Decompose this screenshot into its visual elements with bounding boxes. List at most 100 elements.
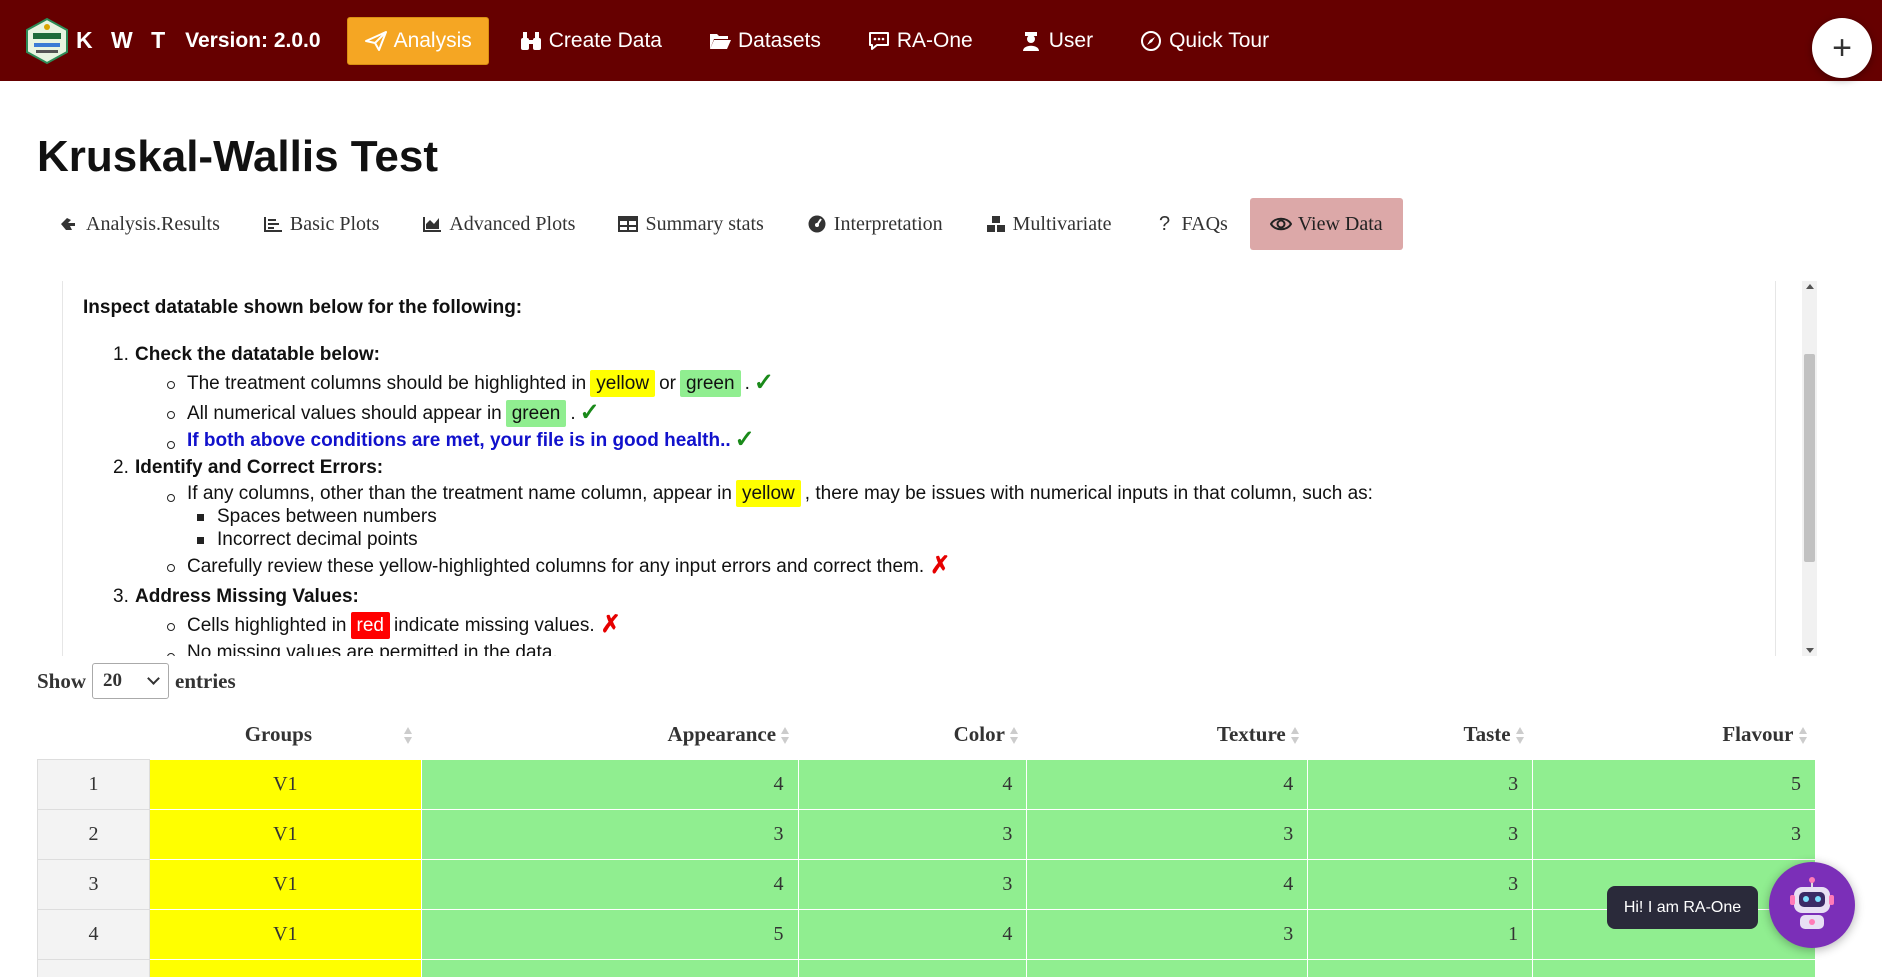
entries-select[interactable]: 20 — [92, 663, 170, 699]
nav-item-label: Analysis — [393, 28, 472, 52]
group-cell: V1 — [148, 908, 422, 960]
scroll-up-arrow-icon[interactable] — [1806, 284, 1814, 289]
nav-item-create-data[interactable]: Create Data — [503, 17, 678, 65]
tab-multivariate[interactable]: Multivariate — [965, 198, 1132, 250]
value-cell: 3 — [1307, 808, 1534, 860]
tab-analysis-results[interactable]: Analysis.Results — [38, 198, 240, 250]
group-cell: V1 — [148, 758, 422, 810]
table-row[interactable]: 1 V1 4 4 4 3 5 — [37, 758, 1816, 810]
tab-summary-stats[interactable]: Summary stats — [597, 198, 783, 250]
table-row[interactable]: 2 V1 3 3 3 3 3 — [37, 808, 1816, 860]
cross-icon: ✗ — [600, 611, 621, 638]
nav-item-label: RA-One — [896, 28, 973, 52]
column-header[interactable]: Taste — [1308, 711, 1533, 759]
text: or — [659, 372, 676, 394]
column-header-label: Flavour — [1722, 722, 1794, 747]
table-row[interactable]: 4 V1 5 4 3 1 — [37, 908, 1816, 960]
tab-label: Multivariate — [1012, 212, 1112, 235]
column-header[interactable]: Flavour — [1533, 711, 1816, 759]
tab-interpretation[interactable]: Interpretation — [786, 198, 963, 250]
column-header-label: Taste — [1463, 722, 1511, 747]
tab-label: Interpretation — [833, 212, 943, 235]
list-item: If any columns, other than the treatment… — [165, 479, 1775, 507]
value-cell: 4 — [420, 858, 799, 910]
tab-basic-plots[interactable]: Basic Plots — [242, 198, 399, 250]
instructions-panel[interactable]: Inspect datatable shown below for the fo… — [62, 281, 1776, 656]
tab-label: View Data — [1297, 212, 1383, 235]
value-cell: 5 — [1532, 758, 1816, 810]
column-header[interactable]: Groups — [149, 711, 421, 759]
highlight-yellow: yellow — [590, 369, 656, 397]
sub-list: Spaces between numbers Incorrect decimal… — [165, 505, 1775, 551]
highlight-yellow: yellow — [735, 479, 801, 507]
brand[interactable]: K W T Version: 2.0.0 — [24, 17, 321, 65]
data-table: Groups Appearance Color Texture Taste Fl… — [37, 711, 1816, 977]
list-item: 2. Identify and Correct Errors: If any co… — [113, 458, 1775, 581]
text: . — [744, 372, 750, 394]
group-cell: V1 — [148, 858, 422, 910]
analysis-tabs: Analysis.Results Basic Plots Advanced Pl… — [38, 198, 1405, 250]
group-cell: V1 — [148, 808, 422, 860]
page-title: Kruskal-Wallis Test — [37, 132, 439, 181]
tab-label: Advanced Plots — [449, 212, 576, 235]
eye-icon — [1269, 217, 1292, 231]
row-index: 4 — [37, 908, 150, 960]
list-item: 3. Address Missing Values: Cells highligh… — [113, 587, 1775, 656]
nav-item-label: User — [1048, 28, 1094, 52]
nav-item-user[interactable]: User — [1003, 17, 1109, 65]
folder-open-icon — [710, 33, 731, 49]
chatbot-greeting[interactable]: Hi! I am RA-One — [1607, 886, 1758, 929]
list-item: 1. Check the datatable below: The treatme… — [113, 345, 1775, 452]
text: The treatment columns should be highligh… — [187, 372, 587, 394]
text: . — [725, 429, 731, 451]
compass-icon — [1141, 30, 1162, 51]
tab-label: Summary stats — [645, 212, 764, 235]
binoculars-icon — [520, 31, 541, 50]
item-number: 3. — [113, 586, 129, 607]
instructions-scrollbar[interactable] — [1802, 281, 1817, 656]
column-header[interactable]: Texture — [1027, 711, 1308, 759]
plus-button[interactable]: + — [1812, 18, 1872, 78]
sort-icon — [1290, 727, 1300, 745]
value-cell — [420, 958, 799, 977]
instructions-list: 1. Check the datatable below: The treatme… — [83, 345, 1775, 656]
list-item: Carefully review these yellow-highlighte… — [165, 551, 1775, 581]
tab-faqs[interactable]: ? FAQs — [1134, 198, 1248, 250]
nav-item-quick-tour[interactable]: Quick Tour — [1123, 17, 1285, 65]
value-cell — [1307, 958, 1534, 977]
check-icon: ✓ — [734, 426, 755, 453]
list-item: The treatment columns should be highligh… — [165, 368, 1775, 398]
list-item: If both above conditions are met, your f… — [165, 428, 1775, 452]
item-number: 2. — [113, 457, 129, 478]
nav-item-datasets[interactable]: Datasets — [692, 17, 837, 65]
column-header[interactable]: Appearance — [421, 711, 798, 759]
text: No missing values are permitted in the d… — [187, 641, 558, 657]
nav-item-ra-one[interactable]: RA-One — [851, 17, 989, 65]
list-item: Incorrect decimal points — [195, 528, 1775, 551]
chatbot-button[interactable] — [1769, 862, 1855, 948]
table-row[interactable]: 3 V1 4 3 4 3 — [37, 858, 1816, 910]
table-row[interactable]: V1 — [37, 958, 1816, 977]
column-header[interactable]: Color — [798, 711, 1027, 759]
scroll-thumb[interactable] — [1804, 354, 1815, 562]
highlight-red: red — [350, 611, 390, 639]
scroll-down-arrow-icon[interactable] — [1806, 648, 1814, 653]
tab-view-data[interactable]: View Data — [1249, 198, 1403, 250]
tab-advanced-plots[interactable]: Advanced Plots — [401, 198, 595, 250]
value-cell: 4 — [420, 758, 799, 810]
list-item: All numerical values should appear in gr… — [165, 398, 1775, 428]
sort-icon — [1515, 727, 1525, 745]
nav-item-analysis[interactable]: Analysis — [346, 16, 489, 65]
gauge-icon — [808, 215, 826, 233]
entries-value: 20 — [103, 670, 123, 691]
row-index: 1 — [37, 758, 150, 810]
value-cell: 3 — [797, 808, 1028, 860]
cubes-icon — [986, 216, 1005, 232]
value-cell: 3 — [420, 808, 799, 860]
column-header-label: Color — [953, 722, 1005, 747]
text: Cells highlighted in — [187, 614, 347, 636]
list-item: Spaces between numbers — [195, 505, 1775, 528]
text: . — [570, 402, 576, 424]
nav-menu: Analysis Create Data Datasets RA-One Use… — [346, 16, 1300, 65]
value-cell: 3 — [797, 858, 1028, 910]
